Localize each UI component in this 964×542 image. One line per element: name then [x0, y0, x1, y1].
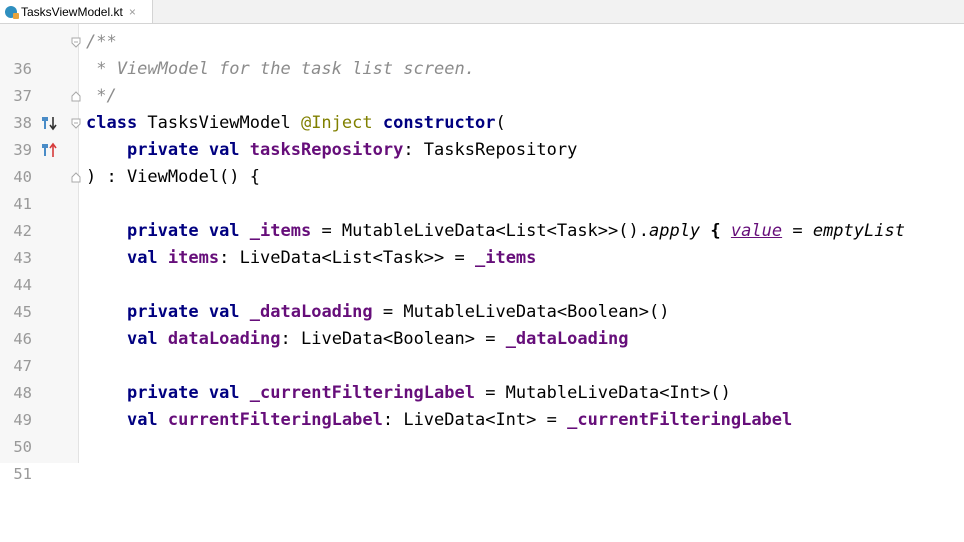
code-line: 45 — [0, 272, 964, 321]
code-text: val dataLoading: LiveData<Boolean> = _da… — [126, 329, 629, 349]
code-line: 47 val dataLoading: LiveData<Boolean> = … — [0, 326, 964, 375]
code-line: 48 — [0, 353, 964, 402]
code-line: 41 ) : ViewModel() { — [0, 164, 964, 213]
fold-open-icon[interactable] — [71, 118, 81, 129]
code-text: ) : ViewModel() { — [86, 167, 260, 187]
code-text: val items: LiveData<List<Task>> = _items — [126, 248, 537, 268]
fold-end-icon[interactable] — [71, 91, 81, 102]
editor-tab-bar: TasksViewModel.kt × — [0, 0, 964, 24]
file-tab-label: TasksViewModel.kt — [21, 4, 123, 19]
code-text: private val _currentFilteringLabel = Mut… — [126, 383, 731, 403]
file-tab[interactable]: TasksViewModel.kt × — [0, 0, 153, 23]
code-line: 37 * ViewModel for the task list screen. — [0, 56, 964, 105]
code-line: 51 — [0, 434, 964, 483]
code-line: 46 private val _dataLoading = MutableLiv… — [0, 299, 964, 348]
code-line: 43 private val _items = MutableLiveData<… — [0, 218, 964, 267]
code-text: /** — [86, 32, 117, 52]
code-line: 44 val items: LiveData<List<Task>> = _it… — [0, 245, 964, 294]
kotlin-class-file-icon — [5, 5, 19, 19]
code-line: 36 /** — [0, 29, 964, 78]
code-text: val currentFilteringLabel: LiveData<Int>… — [126, 410, 793, 430]
code-text: private val _dataLoading = MutableLiveDa… — [126, 302, 670, 322]
code-line: 40 private val tasksRepository: TasksRep… — [0, 137, 964, 186]
fold-open-icon[interactable] — [71, 37, 81, 48]
code-text: * ViewModel for the task list screen. — [86, 59, 475, 79]
close-tab-icon[interactable]: × — [129, 5, 136, 19]
code-text: class TasksViewModel @Inject constructor… — [86, 113, 506, 133]
implements-up-icon[interactable] — [41, 142, 59, 159]
code-line: 49 private val _currentFilteringLabel = … — [0, 380, 964, 429]
code-text: private val tasksRepository: TasksReposi… — [126, 140, 578, 160]
implemented-down-icon[interactable] — [41, 115, 59, 132]
fold-end-icon[interactable] — [71, 172, 81, 183]
code-line: 42 — [0, 191, 964, 240]
code-text: private val _items = MutableLiveData<Lis… — [126, 221, 905, 241]
code-text: */ — [86, 86, 117, 106]
code-line: 39 class TasksViewModel @Inject construc… — [0, 110, 964, 159]
line-number: 51 — [13, 465, 32, 483]
code-line: 38 */ — [0, 83, 964, 132]
code-line: 50 val currentFilteringLabel: LiveData<I… — [0, 407, 964, 456]
